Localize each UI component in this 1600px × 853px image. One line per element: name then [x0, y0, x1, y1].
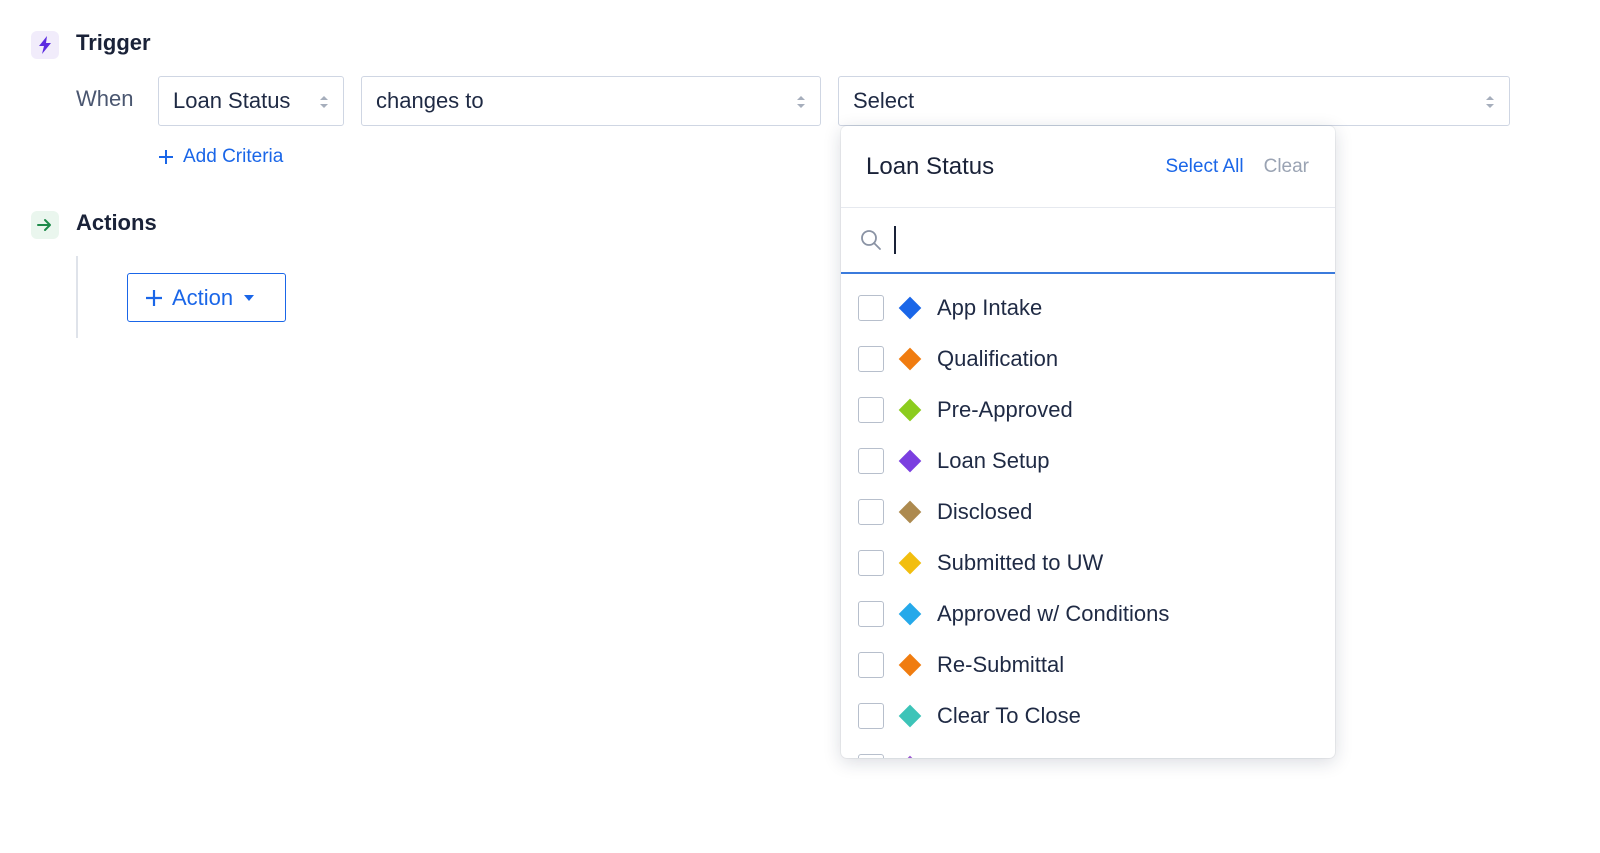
status-option-checkbox[interactable] — [858, 294, 884, 321]
status-option[interactable]: Pre-Approved — [841, 384, 1335, 435]
when-label: When — [76, 86, 134, 111]
status-option-label: Loan Setup — [937, 447, 1050, 473]
status-diamond-icon — [898, 551, 922, 574]
status-option-checkbox[interactable] — [858, 549, 884, 576]
plus-icon — [146, 289, 162, 306]
status-option-checkbox[interactable] — [858, 447, 884, 474]
sort-arrows-icon — [797, 96, 805, 108]
status-diamond-icon — [898, 500, 922, 523]
status-option-checkbox[interactable] — [858, 753, 884, 758]
status-option-checkbox[interactable] — [858, 702, 884, 729]
status-option-checkbox[interactable] — [858, 651, 884, 678]
value-select-placeholder: Select — [853, 88, 915, 113]
status-option[interactable]: Submitted to UW — [841, 537, 1335, 588]
status-diamond-icon — [898, 653, 922, 676]
status-option[interactable]: Clear To Close — [841, 690, 1335, 741]
search-icon — [861, 230, 881, 250]
status-option[interactable]: App Intake — [841, 282, 1335, 333]
status-option[interactable]: Qualification — [841, 333, 1335, 384]
status-diamond-icon — [898, 398, 922, 421]
status-option-label: Disclosed — [937, 498, 1033, 524]
dropdown-header: Loan Status Select All Clear — [841, 126, 1335, 208]
add-action-label: Action — [172, 284, 234, 310]
status-option-checkbox[interactable] — [858, 498, 884, 525]
status-option[interactable]: Disclosed — [841, 486, 1335, 537]
trigger-section-title: Trigger — [76, 30, 151, 55]
loan-status-dropdown: Loan Status Select All Clear App Intake Q… — [841, 126, 1335, 758]
caret-down-icon — [244, 294, 255, 301]
status-option[interactable]: Loan Setup — [841, 435, 1335, 486]
field-select-value: Loan Status — [173, 88, 291, 113]
status-option-label: Approved w/ Conditions — [937, 600, 1170, 626]
actions-section-title: Actions — [76, 210, 157, 235]
sort-arrows-icon — [320, 96, 328, 108]
sort-arrows-icon — [1486, 96, 1494, 108]
status-option-label: Pre-Approved — [937, 396, 1073, 422]
status-diamond-icon — [898, 347, 922, 370]
status-option-label: App Intake — [937, 294, 1043, 320]
operator-select-value: changes to — [376, 88, 484, 113]
arrow-right-icon — [31, 211, 59, 239]
status-diamond-icon — [898, 704, 922, 727]
status-diamond-icon — [898, 296, 922, 319]
actions-rail-divider — [76, 256, 78, 338]
add-action-button[interactable]: Action — [127, 273, 286, 322]
plus-icon — [159, 150, 173, 164]
status-option-label: Clear To Close — [937, 702, 1081, 728]
status-option-label: Qualification — [937, 345, 1059, 371]
lightning-icon — [31, 31, 59, 59]
status-option[interactable] — [841, 741, 1335, 758]
add-criteria-label: Add Criteria — [183, 146, 284, 167]
text-cursor — [894, 226, 896, 254]
status-option-label: Submitted to UW — [937, 549, 1104, 575]
status-option-label: Re-Submittal — [937, 651, 1065, 677]
dropdown-search — [841, 208, 1335, 274]
status-diamond-icon — [898, 449, 922, 472]
value-select[interactable]: Select — [838, 76, 1510, 126]
field-select[interactable]: Loan Status — [158, 76, 344, 126]
dropdown-search-input[interactable] — [908, 220, 1335, 260]
status-option[interactable]: Re-Submittal — [841, 639, 1335, 690]
dropdown-title: Loan Status — [866, 152, 995, 180]
select-all-link[interactable]: Select All — [1165, 156, 1243, 178]
status-options-list: App Intake Qualification Pre-Approved Loan … — [841, 274, 1335, 758]
status-diamond-icon — [898, 755, 922, 758]
status-option[interactable]: Approved w/ Conditions — [841, 588, 1335, 639]
add-criteria-link[interactable]: Add Criteria — [157, 146, 283, 168]
clear-link[interactable]: Clear — [1264, 156, 1309, 178]
status-diamond-icon — [898, 602, 922, 625]
operator-select[interactable]: changes to — [361, 76, 821, 126]
status-option-checkbox[interactable] — [858, 600, 884, 627]
status-option-checkbox[interactable] — [858, 345, 884, 372]
status-option-checkbox[interactable] — [858, 396, 884, 423]
